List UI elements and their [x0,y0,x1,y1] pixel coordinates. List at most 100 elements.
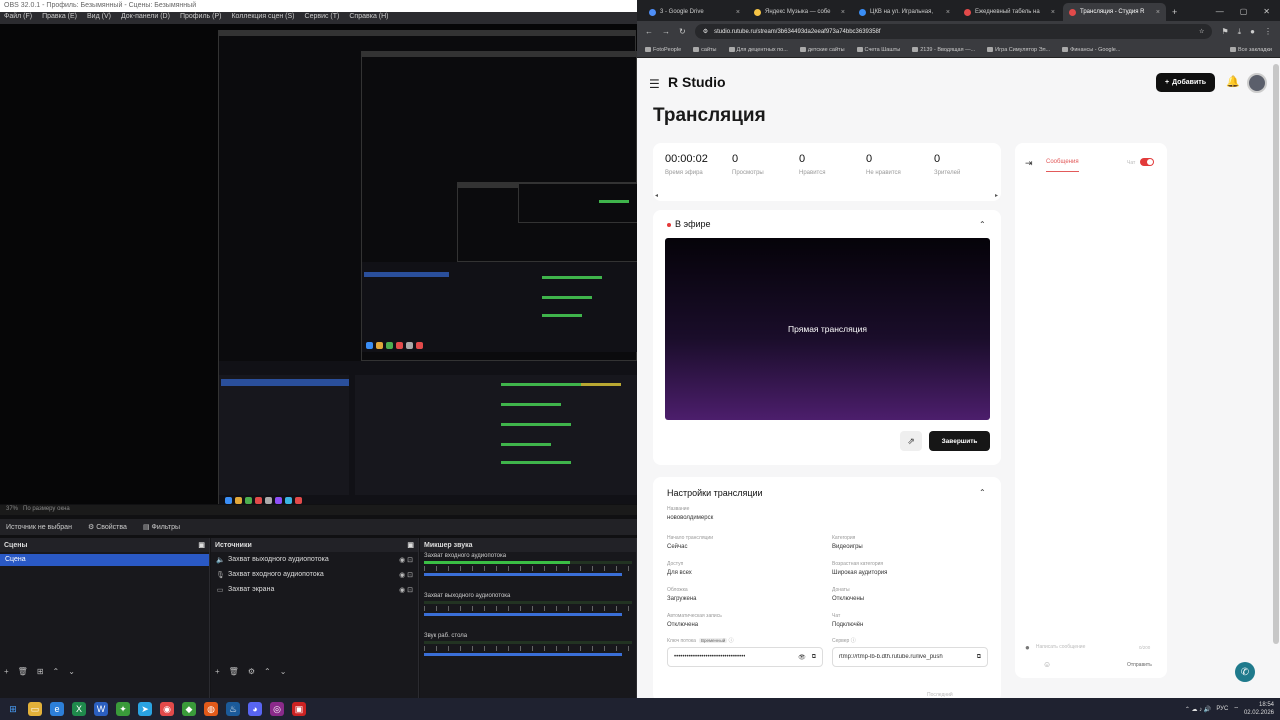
server-url-input[interactable]: rtmp://rtmp-lb-b.dth.rutube.ru/live_push… [832,647,988,667]
bookmark[interactable]: сайты [693,47,716,53]
site-info-icon[interactable]: ⚙ [703,28,708,35]
trash-icon[interactable]: 🗑 [18,667,28,676]
minimize-icon[interactable]: — [1216,7,1224,16]
app-icon[interactable]: ◆ [182,702,196,716]
dock-menu-icon[interactable]: ▣ [407,541,414,549]
edge-icon[interactable]: e [50,702,64,716]
language-indicator[interactable]: РУС [1216,706,1228,712]
dock-menu-icon[interactable]: ▣ [198,541,205,549]
source-item[interactable]: 🔈 Захват выходного аудиопотока ◉ ⊡ [211,552,418,567]
telegram-icon[interactable]: ➤ [138,702,152,716]
live-video-player[interactable]: Прямая трансляция [665,238,990,420]
source-item[interactable]: ▭ Захват экрана ◉ ⊡ [211,582,418,597]
page-scrollbar[interactable] [1273,64,1279,644]
menu-edit[interactable]: Правка (E) [42,13,77,23]
profile-icon[interactable]: ● [1250,27,1255,36]
chevron-up-icon[interactable]: ⌃ [979,220,986,229]
clock[interactable]: 18:54 02.02.2026 [1244,701,1274,717]
emoji-icon[interactable]: ☺ [1043,660,1051,669]
share-button[interactable]: ⇗ [900,431,922,451]
reload-icon[interactable]: ↻ [679,27,686,36]
browser-tab[interactable]: Ежедневный табель на × [958,3,1061,21]
finish-stream-button[interactable]: Завершить [929,431,990,451]
scene-item[interactable]: Сцена [0,554,209,566]
eye-icon[interactable]: ◉ ⊡ [399,586,413,594]
bookmark[interactable]: 2139 - Вводящая —... [912,47,975,53]
url-field[interactable]: ⚙ studio.rutube.ru/stream/3b634493da2eeaf… [694,24,1213,39]
download-icon[interactable]: ⤓ [1238,27,1242,37]
excel-icon[interactable]: X [72,702,86,716]
volume-slider[interactable] [424,613,622,616]
support-chat-icon[interactable]: ✆ [1235,662,1255,682]
menu-view[interactable]: Вид (V) [87,13,111,23]
menu-docks[interactable]: Док-панели (D) [121,13,170,23]
eye-icon[interactable]: 👁 [798,654,806,661]
menu-tools[interactable]: Сервис (T) [305,13,340,23]
menu-scene-collection[interactable]: Коллекция сцен (S) [231,13,294,23]
maximize-icon[interactable]: ▢ [1240,7,1248,16]
help-icon[interactable]: ⓘ [851,638,856,644]
filter-icon[interactable]: ⊞ [37,667,44,676]
bookmark[interactable]: Финансы - Google... [1062,47,1120,53]
volume-slider[interactable] [424,653,622,656]
eye-icon[interactable]: ◉ ⊡ [399,556,413,564]
zoom-mode[interactable]: По размеру окна [23,506,70,512]
bookmark[interactable]: Для децентных по... [729,47,788,53]
all-bookmarks[interactable]: Все закладки [1230,47,1272,53]
volume-slider[interactable] [424,573,622,576]
add-button[interactable]: + Добавить [1156,73,1215,92]
bookmark[interactable]: Игра Симулятор Эл... [987,47,1050,53]
chevron-down-icon[interactable]: ⌄ [68,667,75,676]
extension-icon[interactable]: ⚑ [1221,27,1228,36]
bell-icon[interactable]: 🔔 [1226,75,1240,88]
menu-help[interactable]: Справка (H) [349,13,388,23]
help-icon[interactable]: ⓘ [729,638,734,644]
back-icon[interactable]: ← [645,27,653,36]
copy-icon[interactable]: ⧉ [812,654,816,661]
scroll-left-icon[interactable]: ◂ [655,192,658,199]
obs-preview-canvas[interactable] [0,24,637,504]
scroll-right-icon[interactable]: ▸ [995,192,998,199]
collapse-chat-icon[interactable]: ⇥ [1025,158,1033,169]
forward-icon[interactable]: → [662,27,670,36]
wifi-icon[interactable]: ⌔ [1233,705,1239,713]
close-icon[interactable]: × [841,9,845,16]
trash-icon[interactable]: 🗑 [229,667,239,676]
browser-tab[interactable]: 3 - Google Drive × [643,3,746,21]
chevron-up-icon[interactable]: ⌃ [53,667,60,676]
add-icon[interactable]: + [215,667,220,676]
bookmark[interactable]: FotoPeople [645,47,681,53]
steam-icon[interactable]: ♨ [226,702,240,716]
stream-key-input[interactable]: •••••••••••••••••••••••••••••••••• 👁 ⧉ [667,647,823,667]
close-icon[interactable]: × [946,9,950,16]
close-icon[interactable]: × [1156,9,1160,16]
browser-tab-active[interactable]: Трансляция - Студия R × [1063,3,1166,21]
add-icon[interactable]: + [4,667,9,676]
menu-file[interactable]: Файл (F) [4,13,32,23]
chat-toggle[interactable] [1140,158,1154,166]
star-icon[interactable]: ☆ [1199,28,1204,35]
hamburger-menu-icon[interactable]: ☰ [649,77,660,91]
chrome-icon[interactable]: ◉ [160,702,174,716]
studio-logo[interactable]: R Studio [668,74,726,90]
send-button[interactable]: Отправить [1127,662,1152,668]
copy-icon[interactable]: ⧉ [977,654,981,661]
app-icon[interactable]: ✦ [116,702,130,716]
chevron-down-icon[interactable]: ⌄ [280,667,287,676]
studio-app-icon[interactable]: ▣ [292,702,306,716]
avatar[interactable] [1247,73,1267,93]
explorer-icon[interactable]: ▭ [28,702,42,716]
word-icon[interactable]: W [94,702,108,716]
tab-messages[interactable]: Сообщения [1046,159,1079,172]
close-icon[interactable]: × [736,9,740,16]
browser-icon[interactable]: ◍ [204,702,218,716]
eye-icon[interactable]: ◉ ⊡ [399,571,413,579]
close-icon[interactable]: ✕ [1263,7,1270,16]
close-icon[interactable]: × [1051,9,1055,16]
menu-profile[interactable]: Профиль (P) [180,13,222,23]
bookmark[interactable]: Счета Шашты [857,47,901,53]
browser-tab[interactable]: ЦКВ на ул. Игральная, × [853,3,956,21]
browser-tab[interactable]: Яндекс Музыка — собе × [748,3,851,21]
filters-button[interactable]: ▤ Фильтры [143,523,180,531]
bookmark[interactable]: детские сайты [800,47,845,53]
